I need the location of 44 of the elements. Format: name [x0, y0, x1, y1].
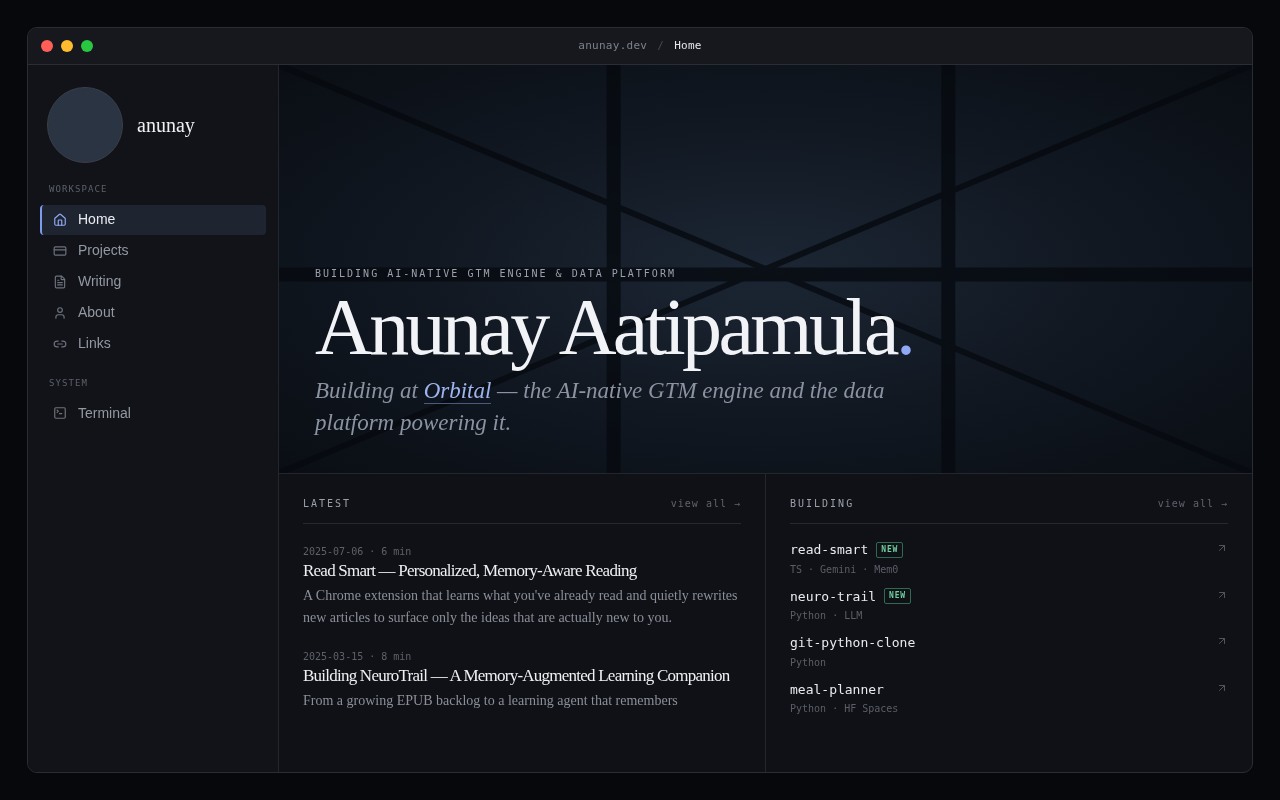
hero-eyebrow: BUILDING AI-NATIVE GTM ENGINE & DATA PLATFORM — [315, 267, 677, 281]
external-link-icon[interactable] — [1216, 635, 1228, 647]
section-heading: BUILDING — [790, 497, 855, 511]
home-icon — [53, 212, 67, 227]
post-summary: A Chrome extension that learns what you've already read and quietly rewrites new articles to surface only the ideas that are actually new to you. — [303, 587, 739, 627]
breadcrumb-separator: / — [657, 37, 665, 54]
post-title[interactable]: Building NeuroTrail — A Memory-Augmented Learning Companion — [303, 664, 730, 688]
project-name[interactable]: read-smart — [790, 540, 869, 560]
orbital-link[interactable]: Orbital — [423, 378, 492, 404]
hero-subtitle: Building at Orbital — the AI-native GTM engine and the data platform powering it. — [315, 377, 886, 437]
post-title[interactable]: Read Smart — Personalized, Memory-Aware Reading — [303, 559, 637, 583]
post-meta: 2025-03-15 · 8 min — [303, 650, 413, 664]
nav-item[interactable]: Links — [40, 328, 266, 359]
new-badge: NEW — [884, 588, 911, 605]
projects-icon — [53, 243, 67, 258]
post-summary: From a growing EPUB backlog to a learning agent that remembers — [303, 692, 679, 710]
project-name[interactable]: neuro-trail — [790, 586, 877, 606]
project-name[interactable]: git-python-clone — [790, 633, 916, 653]
about-icon — [53, 305, 67, 320]
nav-item[interactable]: Projects — [40, 235, 266, 266]
close-button[interactable] — [41, 40, 53, 52]
maximize-button[interactable] — [81, 40, 93, 52]
hero-title: Anunay Aatipamula. — [315, 285, 914, 369]
external-link-icon[interactable] — [1216, 542, 1228, 554]
nav-item[interactable]: Home — [40, 204, 266, 235]
username: anunay — [137, 113, 195, 139]
post-meta: 2025-07-06 · 6 min — [303, 545, 413, 559]
project-stack: Python · HF Spaces — [790, 702, 899, 716]
project-stack: Python — [790, 655, 828, 670]
nav-item[interactable]: About — [40, 297, 266, 328]
project-stack: Python · LLM — [790, 609, 864, 623]
terminal-icon — [53, 406, 67, 420]
writing-icon — [53, 274, 67, 289]
project-stack: TS · Gemini · Mem0 — [790, 562, 900, 577]
breadcrumb-link[interactable]: anunay.dev — [578, 37, 648, 55]
section-heading: LATEST — [303, 497, 352, 511]
minimize-button[interactable] — [61, 40, 73, 52]
new-badge: NEW — [876, 541, 904, 558]
breadcrumb-current: Home — [674, 37, 702, 54]
section-heading: SYSTEM — [48, 376, 89, 390]
nav-item[interactable]: Writing — [40, 266, 266, 297]
project-name[interactable]: meal-planner — [790, 679, 884, 699]
nav-item[interactable]: Terminal — [40, 398, 266, 428]
section-heading: WORKSPACE — [48, 183, 109, 196]
